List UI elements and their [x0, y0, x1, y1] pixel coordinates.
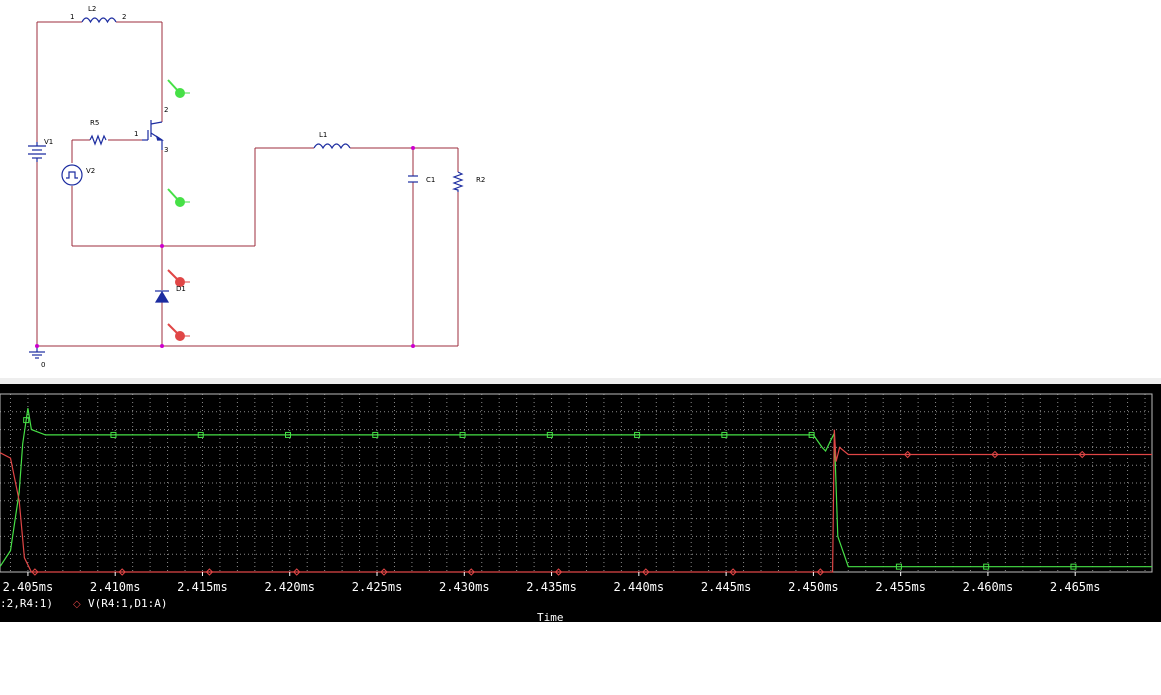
x-tick-label: 2.440ms — [614, 580, 665, 594]
diamond-marker-icon: ◇ — [73, 599, 81, 610]
schematic-drawing: 1 L2 2 V1 R5 V2 1 2 3 L1 C1 R2 D1 0 — [28, 5, 485, 369]
inductor-l1 — [313, 143, 351, 150]
schematic-canvas[interactable]: 1 L2 2 V1 R5 V2 1 2 3 L1 C1 R2 D1 0 — [0, 0, 1161, 380]
inductor-l2 — [81, 17, 117, 24]
diode-d1 — [154, 290, 170, 303]
x-tick-label: 2.450ms — [788, 580, 839, 594]
l2-pin2-label: 2 — [122, 13, 126, 21]
legend-entry-red[interactable]: V(R4:1,D1:A) — [88, 597, 167, 610]
legend-entry-green[interactable]: :2,R4:1) — [0, 597, 53, 610]
x-tick-label: 2.420ms — [264, 580, 315, 594]
c1-label: C1 — [426, 176, 435, 184]
x-tick-label: 2.445ms — [701, 580, 752, 594]
d1-label: D1 — [176, 285, 186, 293]
x-tick-label: 2.415ms — [177, 580, 228, 594]
x-tick-labels: 2.405ms 2.410ms 2.415ms 2.420ms 2.425ms 2.430… — [3, 572, 1101, 594]
q-pin2-label: 2 — [164, 106, 168, 114]
v2-label: V2 — [86, 167, 95, 175]
probe-window[interactable]: 2.405ms 2.410ms 2.415ms 2.420ms 2.425ms 2.430… — [0, 384, 1161, 624]
x-axis-label: Time — [537, 611, 564, 622]
x-tick-label: 2.425ms — [352, 580, 403, 594]
pulse-source-v2 — [61, 164, 83, 186]
blank-area — [0, 622, 1161, 695]
resistor-r5 — [89, 134, 107, 146]
l2-pin1-label: 1 — [70, 13, 74, 21]
ground-label: 0 — [41, 361, 45, 369]
x-tick-label: 2.410ms — [90, 580, 141, 594]
x-tick-label: 2.460ms — [963, 580, 1014, 594]
l1-label: L1 — [319, 131, 327, 139]
waveform-plot[interactable]: 2.405ms 2.410ms 2.415ms 2.420ms 2.425ms 2.430… — [0, 384, 1161, 624]
red-probe — [167, 269, 190, 287]
junction-nodes — [35, 146, 415, 348]
green-probe — [167, 188, 190, 207]
resistor-r2 — [451, 171, 464, 192]
components — [28, 17, 464, 359]
plot-traces — [0, 408, 1152, 576]
v1-label: V1 — [44, 138, 53, 146]
probe-markers[interactable] — [167, 79, 190, 341]
capacitor-c1 — [408, 175, 418, 183]
q-pin1-label: 1 — [134, 130, 138, 138]
r5-label: R5 — [90, 119, 99, 127]
x-tick-label: 2.465ms — [1050, 580, 1101, 594]
x-tick-label: 2.455ms — [875, 580, 926, 594]
plot-grid — [0, 393, 1153, 573]
wires — [36, 21, 459, 347]
l2-label: L2 — [88, 5, 96, 13]
transistor-q1 — [142, 120, 164, 150]
q-pin3-label: 3 — [164, 146, 168, 154]
legend[interactable]: :2,R4:1) ◇ V(R4:1,D1:A) — [0, 597, 167, 610]
trace-green — [0, 408, 1152, 568]
x-tick-label: 2.405ms — [3, 580, 54, 594]
x-tick-label: 2.430ms — [439, 580, 490, 594]
r2-label: R2 — [476, 176, 485, 184]
green-probe — [167, 79, 190, 98]
red-probe — [167, 323, 190, 341]
x-tick-label: 2.435ms — [526, 580, 577, 594]
